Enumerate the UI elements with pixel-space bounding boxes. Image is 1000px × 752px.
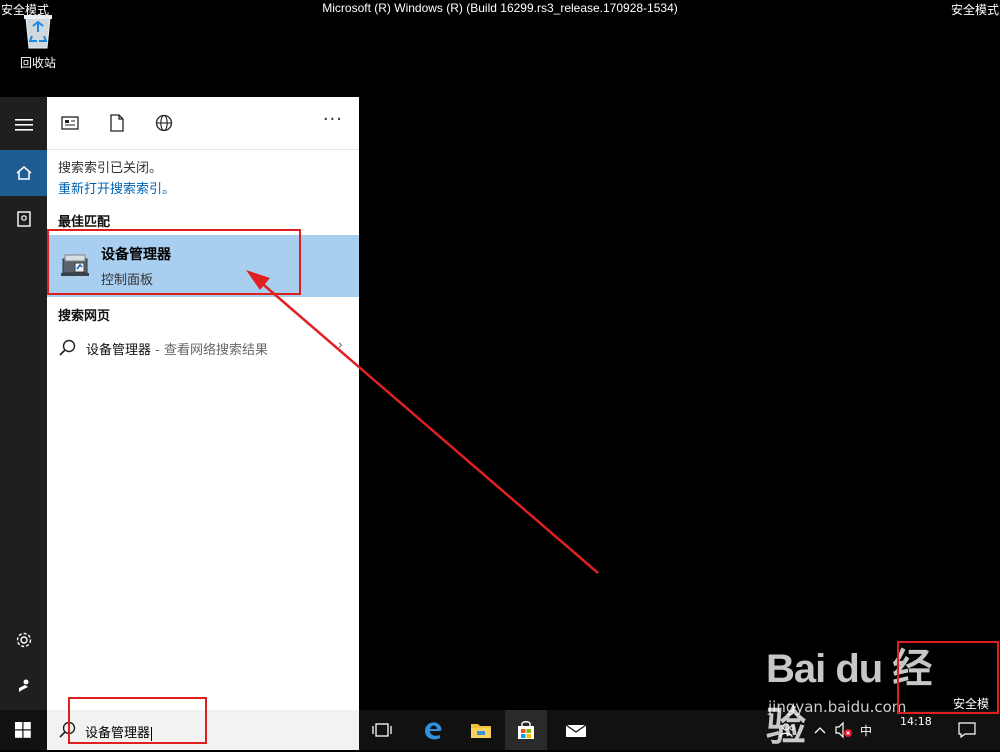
annotation-arrow [246, 270, 599, 574]
